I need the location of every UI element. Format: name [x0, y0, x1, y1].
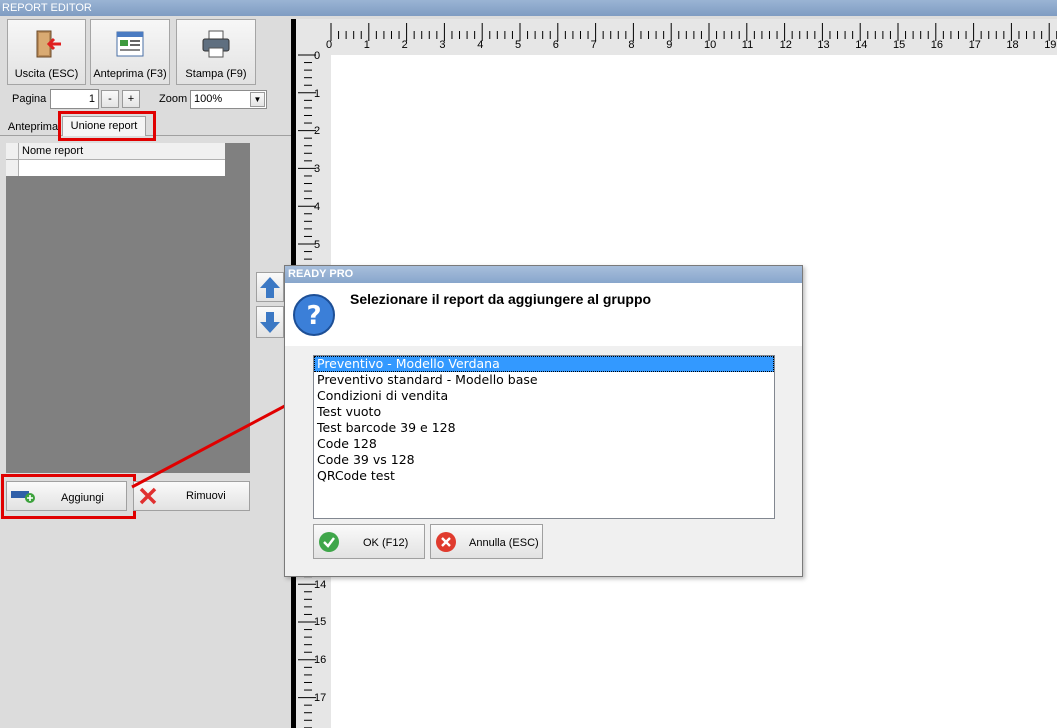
list-item[interactable]: Code 39 vs 128 — [314, 452, 774, 468]
v-ruler-label: 14 — [314, 579, 327, 591]
page-prev-button[interactable]: - — [101, 90, 119, 108]
print-button[interactable]: Stampa (F9) — [176, 19, 256, 85]
preview-label: Anteprima (F3) — [93, 68, 167, 80]
preview-window-icon — [116, 31, 144, 57]
print-label: Stampa (F9) — [185, 68, 247, 80]
h-ruler-label: 11 — [741, 39, 754, 51]
h-ruler-label: 4 — [477, 39, 484, 51]
h-ruler-label: 16 — [930, 39, 944, 51]
h-ruler-label: 1 — [363, 39, 370, 51]
svg-text:?: ? — [306, 301, 321, 331]
list-item[interactable]: Condizioni di vendita — [314, 388, 774, 404]
question-icon: ? — [293, 294, 335, 336]
dialog-title: READY PRO — [285, 266, 802, 283]
highlight-add-box — [1, 474, 136, 519]
exit-label: Uscita (ESC) — [14, 68, 79, 80]
h-ruler-label: 9 — [666, 39, 673, 51]
zoom-select[interactable]: 100% ▼ — [190, 90, 267, 109]
arrow-down-icon — [260, 312, 280, 333]
check-icon — [319, 532, 339, 552]
window-title: REPORT EDITOR — [0, 0, 1057, 16]
move-down-button[interactable] — [256, 306, 284, 338]
report-listbox[interactable]: Preventivo - Modello Verdana Preventivo s… — [313, 355, 775, 519]
red-arrow-annotation — [131, 395, 304, 489]
h-ruler-label: 8 — [628, 39, 635, 51]
table-row[interactable] — [6, 160, 225, 176]
v-ruler-label: 17 — [314, 692, 327, 704]
h-ruler-label: 14 — [855, 39, 868, 51]
cancel-icon — [436, 532, 456, 552]
list-item[interactable]: Test vuoto — [314, 404, 774, 420]
select-report-dialog: READY PRO ? Selezionare il report da agg… — [284, 265, 803, 577]
v-ruler-label: 2 — [314, 125, 321, 137]
v-ruler-label: 5 — [314, 239, 321, 251]
v-ruler-label: 4 — [314, 201, 321, 213]
zoom-value: 100% — [194, 93, 223, 105]
tab-anteprima[interactable]: Anteprima — [5, 118, 61, 136]
list-item[interactable]: Code 128 — [314, 436, 774, 452]
h-ruler-label: 7 — [590, 39, 597, 51]
page-next-button[interactable]: + — [122, 90, 140, 108]
v-ruler-label: 0 — [314, 50, 321, 62]
h-ruler-label: 10 — [704, 39, 717, 51]
zoom-label: Zoom — [159, 93, 188, 105]
h-ruler-label: 6 — [552, 39, 559, 51]
exit-button[interactable]: Uscita (ESC) — [7, 19, 86, 85]
chevron-down-icon[interactable]: ▼ — [250, 92, 265, 107]
ok-label: OK (F12) — [363, 537, 409, 549]
page-input[interactable]: 1 — [50, 89, 99, 109]
move-up-button[interactable] — [256, 272, 284, 302]
v-ruler-label: 1 — [314, 88, 321, 100]
list-item[interactable]: Preventivo - Modello Verdana — [314, 356, 774, 372]
exit-door-icon — [36, 30, 61, 58]
column-header-nome-report[interactable]: Nome report — [22, 145, 83, 157]
page-label: Pagina — [12, 93, 47, 105]
h-ruler-label: 18 — [1006, 39, 1019, 51]
h-ruler-label: 15 — [893, 39, 906, 51]
grid-corner — [6, 143, 19, 160]
dialog-question: Selezionare il report da aggiungere al g… — [350, 291, 652, 307]
list-item[interactable]: Preventivo standard - Modello base — [314, 372, 774, 388]
v-ruler-label: 16 — [314, 654, 327, 666]
cancel-label: Annulla (ESC) — [469, 537, 539, 549]
row-indicator — [6, 160, 19, 176]
ok-button[interactable]: OK (F12) — [313, 524, 425, 559]
printer-icon — [202, 30, 230, 58]
cancel-button[interactable]: Annulla (ESC) — [430, 524, 543, 559]
h-ruler-label: 12 — [779, 39, 792, 51]
preview-button[interactable]: Anteprima (F3) — [90, 19, 170, 85]
h-ruler-label: 2 — [401, 39, 408, 51]
h-ruler-label: 19 — [1044, 39, 1057, 51]
highlight-tab-box — [58, 111, 156, 141]
list-item[interactable]: Test barcode 39 e 128 — [314, 420, 774, 436]
h-ruler-label: 13 — [817, 39, 830, 51]
dialog-header: ? Selezionare il report da aggiungere al… — [285, 283, 802, 346]
h-ruler-label: 17 — [968, 39, 981, 51]
grid-header: Nome report — [6, 143, 225, 160]
h-ruler-label: 0 — [326, 39, 333, 51]
h-ruler-label: 3 — [439, 39, 446, 51]
v-ruler-label: 15 — [314, 616, 327, 628]
v-ruler-label: 3 — [314, 163, 321, 175]
list-item[interactable]: QRCode test — [314, 468, 774, 484]
arrow-up-icon — [260, 277, 280, 298]
h-ruler-label: 5 — [515, 39, 522, 51]
